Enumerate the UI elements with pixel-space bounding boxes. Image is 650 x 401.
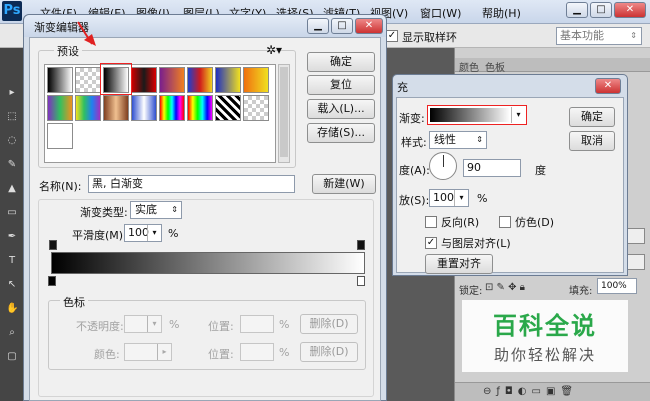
reset-alignment-button[interactable]: 重置对齐: [425, 254, 493, 274]
chevron-down-icon[interactable]: ▾: [454, 190, 468, 206]
gradient-fill-body: 渐变: ▾ 样式: 线性 ⇕ 度(A): 90 度 放(S): 100 ▾ % …: [396, 97, 624, 274]
dither-checkbox[interactable]: [499, 216, 511, 228]
style-label: 样式:: [401, 136, 427, 149]
angle-input[interactable]: 90: [463, 159, 521, 177]
gradient-fill-title: 充: [397, 81, 408, 94]
reverse-label: 反向(R): [441, 216, 480, 229]
gradient-picker[interactable]: ▾: [427, 105, 527, 125]
scale-input[interactable]: 100 ▾: [429, 189, 469, 207]
angle-dial-needle: [443, 155, 444, 167]
style-value: 线性: [434, 133, 456, 146]
align-checkbox[interactable]: ✓: [425, 237, 437, 249]
reverse-checkbox[interactable]: [425, 216, 437, 228]
style-select[interactable]: 线性 ⇕: [429, 131, 487, 149]
watermark-title: 百科全说: [493, 312, 597, 340]
scale-unit: %: [477, 192, 488, 205]
watermark-subtitle: 助你轻松解决: [493, 346, 596, 364]
gradient-fill-dialog: 充 ✕ 渐变: ▾ 样式: 线性 ⇕ 度(A): 90 度 放(S): 100 …: [392, 74, 628, 276]
angle-label: 度(A):: [399, 164, 430, 177]
watermark: 百科全说 助你轻松解决: [462, 300, 628, 372]
angle-unit: 度: [535, 164, 546, 177]
dither-label: 仿色(D): [515, 216, 555, 229]
gf-ok-button[interactable]: 确定: [569, 107, 615, 127]
gradient-preview[interactable]: [430, 108, 510, 122]
gf-close-button[interactable]: ✕: [595, 78, 621, 94]
align-label: 与图层对齐(L): [441, 237, 511, 250]
angle-dial[interactable]: [429, 152, 457, 180]
gf-cancel-button[interactable]: 取消: [569, 131, 615, 151]
gradient-label: 渐变:: [399, 112, 425, 125]
scale-label: 放(S):: [399, 194, 430, 207]
chevron-updown-icon: ⇕: [476, 135, 483, 144]
chevron-down-icon[interactable]: ▾: [511, 107, 525, 123]
scale-value: 100: [433, 191, 454, 204]
